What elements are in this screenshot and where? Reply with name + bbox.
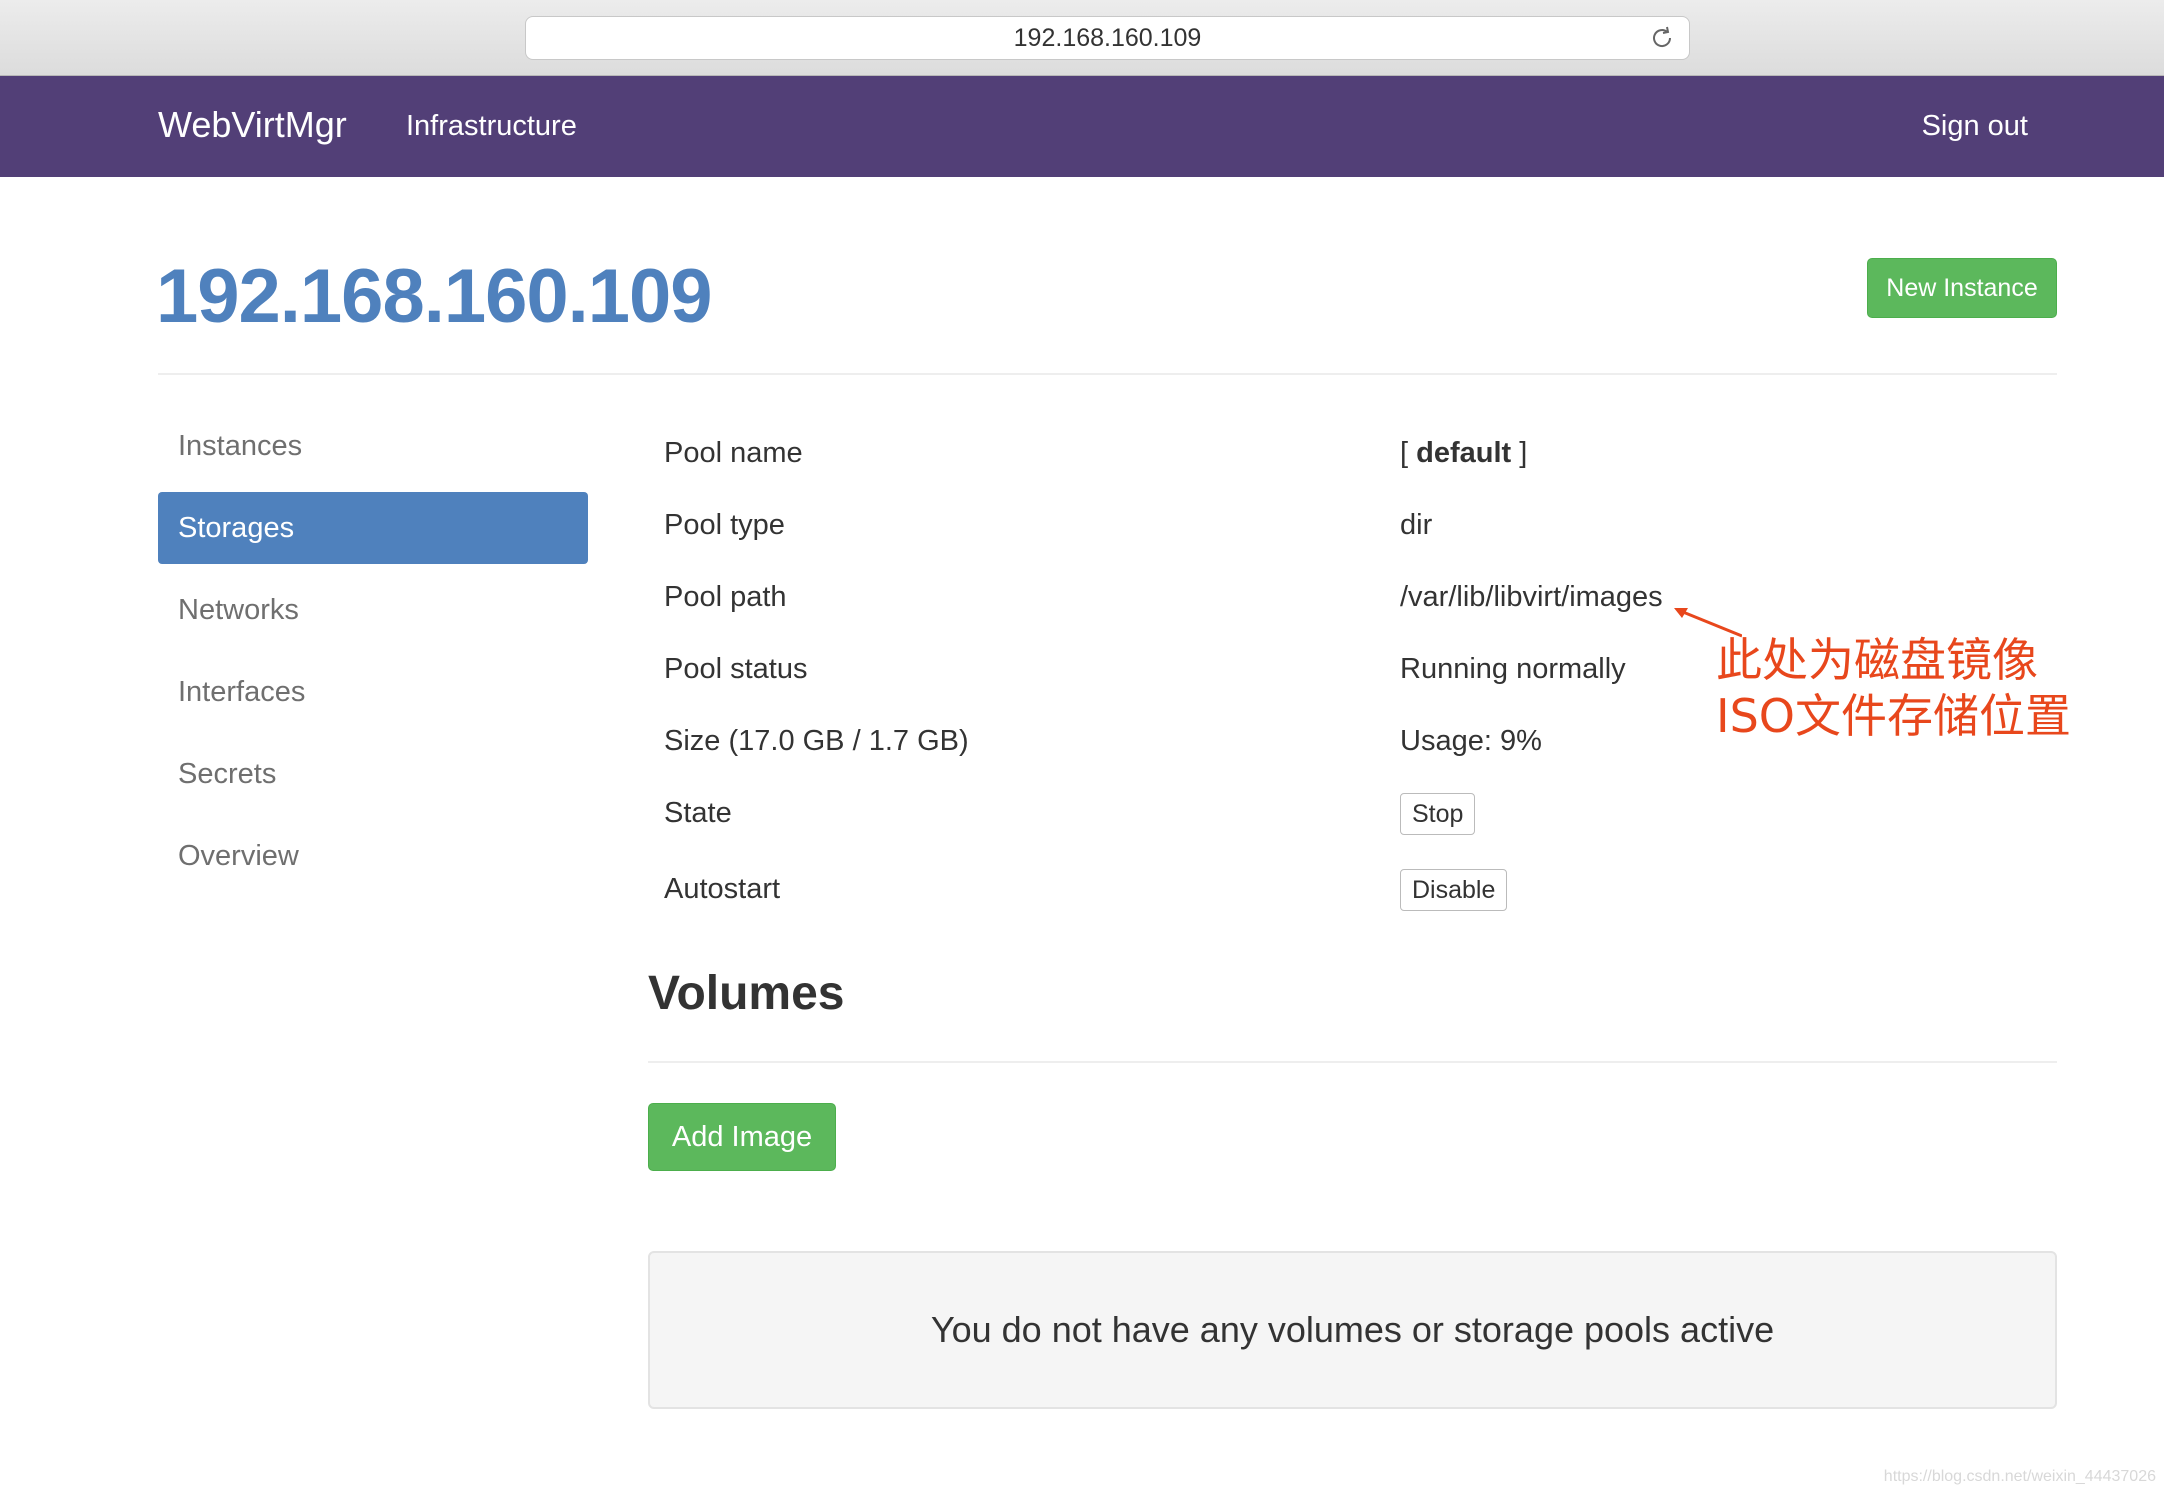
empty-volumes-message: You do not have any volumes or storage p… bbox=[930, 1309, 1775, 1350]
sidebar-item-overview[interactable]: Overview bbox=[158, 820, 588, 892]
pool-name-text: default bbox=[1416, 437, 1512, 469]
sidebar-item-networks[interactable]: Networks bbox=[158, 574, 588, 646]
pool-type-label: Pool type bbox=[664, 509, 785, 541]
pool-path-row: Pool path /var/lib/libvirt/images bbox=[664, 567, 2064, 627]
brand-link[interactable]: WebVirtMgr bbox=[158, 104, 347, 146]
header-divider bbox=[158, 373, 2057, 375]
add-image-button[interactable]: Add Image bbox=[648, 1103, 836, 1171]
pool-autostart-label: Autostart bbox=[664, 873, 781, 905]
stop-button[interactable]: Stop bbox=[1400, 793, 1476, 835]
sidebar-item-instances[interactable]: Instances bbox=[158, 410, 588, 482]
empty-volumes-panel: You do not have any volumes or storage p… bbox=[648, 1251, 2057, 1409]
volumes-divider bbox=[648, 1061, 2057, 1063]
url-text: 192.168.160.109 bbox=[1013, 23, 1202, 52]
pool-name-value: [ default ] bbox=[1400, 423, 1527, 483]
sign-out-link[interactable]: Sign out bbox=[1922, 110, 2028, 143]
annotation-line-2: ISO文件存储位置 bbox=[1716, 689, 2071, 743]
browser-toolbar: 192.168.160.109 bbox=[0, 0, 2164, 76]
navbar: WebVirtMgr Infrastructure Sign out bbox=[0, 76, 2164, 177]
bracket-close: ] bbox=[1511, 437, 1528, 469]
pool-state-row: State Stop bbox=[664, 783, 2064, 843]
pool-type-value: dir bbox=[1400, 509, 1433, 541]
annotation-line-1: 此处为磁盘镜像 bbox=[1716, 633, 2038, 687]
sidebar-item-interfaces[interactable]: Interfaces bbox=[158, 656, 588, 728]
sidebar-item-storages[interactable]: Storages bbox=[158, 492, 588, 564]
pool-status-label: Pool status bbox=[664, 653, 808, 685]
pool-state-label: State bbox=[664, 797, 732, 829]
pool-status-value: Running normally bbox=[1400, 653, 1626, 685]
new-instance-button[interactable]: New Instance bbox=[1867, 258, 2057, 318]
disable-autostart-button[interactable]: Disable bbox=[1400, 869, 1508, 911]
page-title: 192.168.160.109 bbox=[156, 254, 713, 339]
sidebar-item-secrets[interactable]: Secrets bbox=[158, 738, 588, 810]
reload-icon[interactable] bbox=[1649, 25, 1675, 51]
pool-name-row: Pool name [ default ] bbox=[664, 423, 2064, 483]
volumes-heading: Volumes bbox=[648, 967, 845, 1020]
pool-size-label: Size (17.0 GB / 1.7 GB) bbox=[664, 725, 969, 757]
pool-autostart-row: Autostart Disable bbox=[664, 859, 2064, 919]
bracket-open: [ bbox=[1400, 437, 1417, 469]
watermark: https://blog.csdn.net/weixin_44437026 bbox=[1883, 1468, 2156, 1485]
address-bar[interactable]: 192.168.160.109 bbox=[525, 16, 1690, 60]
sidebar-nav: Instances Storages Networks Interfaces S… bbox=[158, 410, 588, 902]
pool-autostart-value: Disable bbox=[1400, 859, 1508, 919]
nav-link-infrastructure[interactable]: Infrastructure bbox=[406, 110, 577, 143]
pool-path-value: /var/lib/libvirt/images bbox=[1400, 581, 1663, 613]
pool-path-label: Pool path bbox=[664, 581, 787, 613]
pool-name-label: Pool name bbox=[664, 437, 803, 469]
pool-type-row: Pool type dir bbox=[664, 495, 2064, 555]
annotation-note: 此处为磁盘镜像 ISO文件存储位置 bbox=[1716, 632, 2071, 744]
pool-usage-value: Usage: 9% bbox=[1400, 725, 1542, 757]
pool-state-value: Stop bbox=[1400, 783, 1476, 843]
